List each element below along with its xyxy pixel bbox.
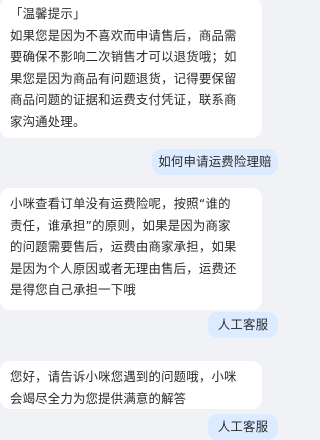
message-line: 家沟通处理。: [10, 113, 86, 129]
message-line: 是因为个人原因或者无理由售后，运费还: [10, 260, 237, 276]
message-line: 「温馨提示」: [10, 6, 86, 21]
message-line: 小咪查看订单没有运费险呢，按照“谁的: [10, 196, 231, 211]
user-message: 如何申请运费险理赔: [152, 149, 278, 175]
bot-message: 小咪查看订单没有运费险呢，按照“谁的 责任，谁承担”的原则，如果是因为商家 的问…: [0, 188, 262, 310]
message-line: 您好，请告诉小咪您遇到的问题哦，小咪: [10, 369, 237, 384]
message-line: 果您是因为商品有问题退货，记得要保留: [10, 70, 237, 86]
message-line: 要确保不影响二次销售才可以退货哦；如: [10, 49, 237, 64]
user-message: 人工客服: [208, 414, 278, 440]
user-message: 人工客服: [208, 312, 278, 338]
bot-message: 您好，请告诉小咪您遇到的问题哦，小咪 会竭尽全力为您提供满意的解答: [0, 361, 262, 409]
message-line: 责任，谁承担”的原则，如果是因为商家: [10, 217, 231, 233]
message-line: 会竭尽全力为您提供满意的解答: [10, 390, 187, 406]
message-line: 商品问题的证据和运费支付凭证，联系商: [10, 92, 237, 107]
message-line: 的问题需要售后，运费由商家承担，如果: [10, 239, 237, 254]
message-line: 是得您自己承担一下哦: [10, 282, 136, 297]
bot-message: 「温馨提示」 如果您是因为不喜欢而申请售后，商品需 要确保不影响二次销售才可以退…: [0, 0, 262, 138]
message-line: 如果您是因为不喜欢而申请售后，商品需: [10, 27, 237, 43]
chat-window: 「温馨提示」 如果您是因为不喜欢而申请售后，商品需 要确保不影响二次销售才可以退…: [0, 0, 300, 440]
